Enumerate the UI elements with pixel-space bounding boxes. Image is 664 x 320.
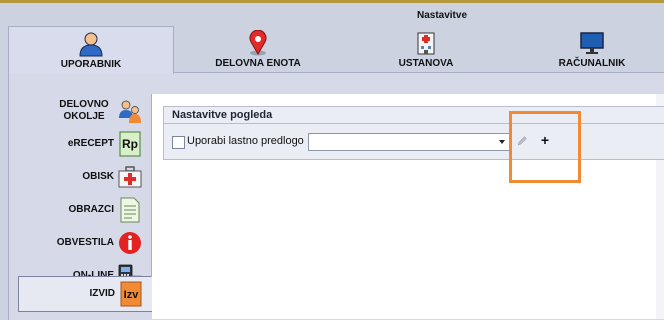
- sidebar-item-obvestila[interactable]: OBVESTILA: [18, 226, 152, 260]
- tab-uporabnik[interactable]: UPORABNIK: [8, 26, 174, 74]
- hospital-icon: [417, 32, 435, 55]
- settings-tab-bar: UPORABNIK DELOVNA ENOTA USTANOVA RAČUNAL…: [0, 26, 664, 74]
- sidebar-item-delovno-okolje[interactable]: DELOVNO OKOLJE: [18, 94, 152, 128]
- use-own-template-checkbox[interactable]: [172, 136, 185, 149]
- sidebar-item-erecept[interactable]: eRECEPT Rp: [18, 127, 152, 161]
- sidebar-item-obisk[interactable]: OBISK: [18, 160, 152, 194]
- sidebar-item-label: DELOVNO OKOLJE: [59, 99, 109, 122]
- sidebar-item-obrazci[interactable]: OBRAZCI: [18, 193, 152, 227]
- template-select[interactable]: [308, 133, 510, 151]
- tab-ustanova[interactable]: USTANOVA: [344, 26, 508, 72]
- svg-text:Rp: Rp: [122, 137, 138, 151]
- rp-prescription-icon: Rp: [119, 131, 141, 157]
- map-pin-icon: [249, 30, 267, 56]
- svg-text:Izv: Izv: [124, 289, 140, 301]
- tab-label: UPORABNIK: [60, 59, 122, 70]
- highlight-box: [509, 111, 581, 183]
- chevron-down-icon: [499, 140, 505, 144]
- forms-icon: [120, 197, 140, 223]
- sidebar-item-label: OBVESTILA: [56, 237, 114, 248]
- tab-delovna-enota[interactable]: DELOVNA ENOTA: [176, 26, 340, 72]
- izv-report-icon: Izv: [120, 281, 142, 307]
- info-icon: [119, 232, 141, 254]
- group-divider: [164, 123, 664, 124]
- window-title: Nastavitve: [416, 10, 468, 21]
- tab-label: USTANOVA: [398, 58, 454, 69]
- sidebar-item-label: eRECEPT: [67, 138, 114, 149]
- tab-racunalnik[interactable]: RAČUNALNIK: [510, 26, 664, 72]
- user-icon: [79, 32, 103, 57]
- sidebar-item-label: OBRAZCI: [68, 204, 114, 215]
- group-title: Nastavitve pogleda: [172, 109, 273, 121]
- sidebar-item-label: IZVID: [89, 288, 115, 299]
- medkit-icon: [118, 166, 142, 188]
- use-own-template-label[interactable]: Uporabi lastno predlogo: [187, 135, 304, 147]
- tab-label: RAČUNALNIK: [558, 58, 626, 69]
- window-top-border: [0, 0, 664, 3]
- sidebar-item-izvid[interactable]: IZVID Izv: [18, 276, 154, 312]
- sidebar-item-label: OBISK: [82, 171, 114, 182]
- monitor-icon: [580, 32, 604, 54]
- people-icon: [119, 100, 141, 123]
- tab-label: DELOVNA ENOTA: [215, 58, 301, 69]
